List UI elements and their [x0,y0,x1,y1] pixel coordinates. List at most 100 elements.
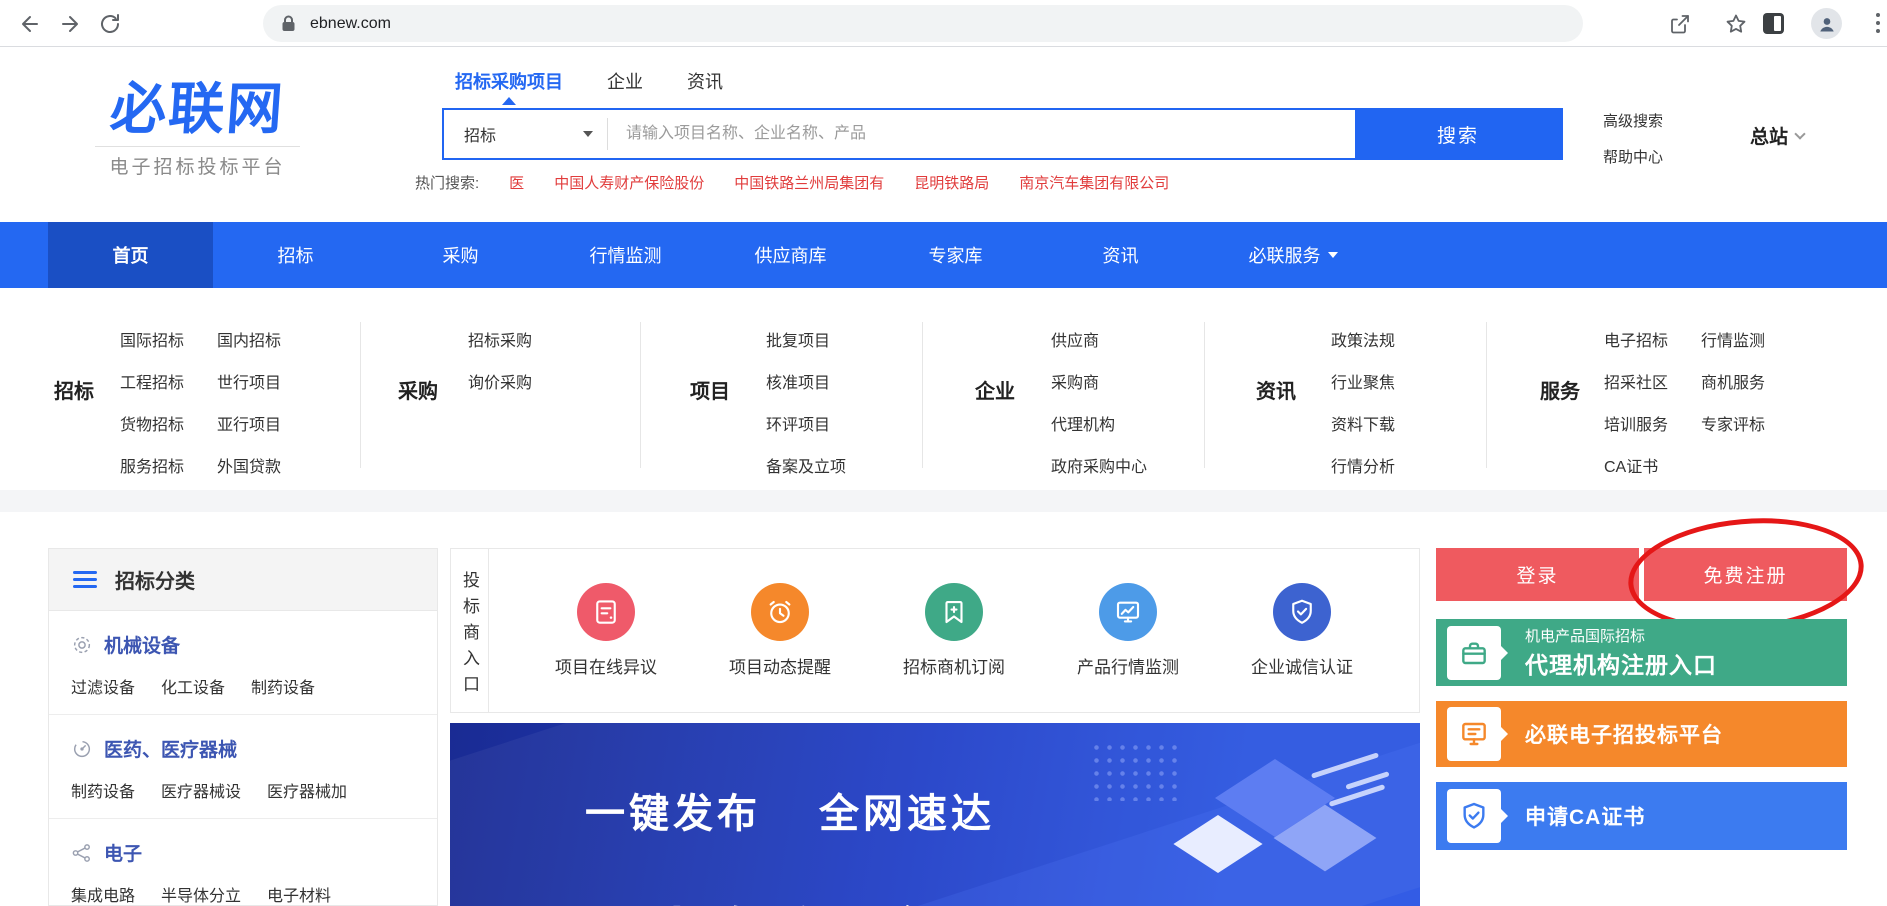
hot-term[interactable]: 南京汽车集团有限公司 [1019,172,1169,193]
advanced-search-link[interactable]: 高级搜索 [1603,104,1663,140]
service-opportunity-subscribe[interactable]: 招标商机订阅 [903,583,1005,678]
main-nav: 首页 招标 采购 行情监测 供应商库 专家库 资讯 必联服务 [0,222,1887,288]
search-input[interactable] [608,110,1355,158]
document-icon [591,597,621,627]
login-button[interactable]: 登录 [1436,548,1639,601]
site-logo[interactable]: 必联网 电子招标投标平台 [95,78,300,179]
category-item[interactable]: 制药设备 [251,674,315,698]
mega-item[interactable]: 政策法规 [1331,327,1395,351]
briefcase-icon [1458,637,1490,669]
banner-headline: 一键发布全网速达 [585,781,995,839]
sidebar-title: 招标分类 [115,565,195,594]
sidebar-section-medical: 医药、医疗器械 制药设备 医疗器械设 医疗器械加 [49,715,437,819]
sidebar-section-machinery: 机械设备 过滤设备 化工设备 制药设备 [49,611,437,715]
hot-term[interactable]: 昆明铁路局 [914,172,989,193]
promo-ebidding-platform[interactable]: 必联电子招投标平台 [1436,701,1847,767]
category-item[interactable]: 医疗器械加 [267,778,347,802]
category-item[interactable]: 化工设备 [161,674,225,698]
nav-procurement[interactable]: 采购 [378,222,543,288]
mega-item[interactable]: 亚行项目 [217,411,281,435]
mega-item[interactable]: 行情分析 [1331,453,1395,477]
promo-agency-register[interactable]: 机电产品国际招标 代理机构注册入口 [1436,619,1847,686]
mega-item[interactable]: 招采社区 [1604,369,1668,393]
address-bar[interactable]: ebnew.com [263,5,1583,42]
category-electronics[interactable]: 电子 [71,839,437,866]
mega-item[interactable]: 培训服务 [1604,411,1668,435]
mega-item[interactable]: 资料下载 [1331,411,1395,435]
mega-item[interactable]: 外国贷款 [217,453,281,477]
mega-item[interactable]: 政府采购中心 [1051,453,1147,477]
promo-ca-certificate[interactable]: 申请CA证书 [1436,782,1847,850]
mega-item[interactable]: 国内招标 [217,327,281,351]
search-category-dropdown[interactable]: 招标 [444,110,607,158]
mega-item[interactable]: 专家评标 [1701,411,1765,435]
tab-bidding-projects[interactable]: 招标采购项目 [455,68,563,94]
service-credit-certification[interactable]: 企业诚信认证 [1251,583,1353,678]
mega-item[interactable]: 世行项目 [217,369,281,393]
bookmark-star-icon[interactable] [1724,12,1748,36]
browser-toolbar: ebnew.com [0,0,1887,47]
bidder-entry-panel: 投标商入口 项目在线异议 项目动态提醒 招标商机订阅 [450,548,1420,713]
mega-item[interactable]: 代理机构 [1051,411,1147,435]
forward-icon[interactable] [58,12,82,36]
service-market-monitor[interactable]: 产品行情监测 [1077,583,1179,678]
search-button[interactable]: 搜索 [1355,110,1561,158]
mega-item[interactable]: 货物招标 [120,411,184,435]
reload-icon[interactable] [98,12,122,36]
promo-line1: 机电产品国际招标 [1525,625,1717,646]
nav-expert-library[interactable]: 专家库 [873,222,1038,288]
category-item[interactable]: 制药设备 [71,778,135,802]
service-project-alerts[interactable]: 项目动态提醒 [729,583,831,678]
mega-divider [922,322,923,468]
mega-group-news: 资讯 政策法规 行业聚焦 资料下载 行情分析 [1256,288,1395,490]
nav-bl-services[interactable]: 必联服务 [1203,222,1383,288]
nav-market-monitor[interactable]: 行情监测 [543,222,708,288]
category-machinery[interactable]: 机械设备 [71,631,437,658]
hot-term[interactable]: 医 [509,172,524,193]
hot-term[interactable]: 中国人寿财产保险股份 [554,172,704,193]
mega-item[interactable]: 核准项目 [766,369,846,393]
mega-item[interactable]: 商机服务 [1701,369,1765,393]
mega-item[interactable]: 招标采购 [468,327,532,351]
service-online-objection[interactable]: 项目在线异议 [555,583,657,678]
promo-banner[interactable]: 一键发布全网速达 分秒发布 全网速达 [450,723,1420,906]
nav-news[interactable]: 资讯 [1038,222,1203,288]
mega-item[interactable]: 环评项目 [766,411,846,435]
category-item[interactable]: 集成电路 [71,882,135,906]
back-icon[interactable] [18,12,42,36]
tab-companies[interactable]: 企业 [607,68,643,94]
monitor-chart-icon [1113,597,1143,627]
mega-item[interactable]: 国际招标 [120,327,184,351]
mega-item[interactable]: 行情监测 [1701,327,1765,351]
mega-item[interactable]: 批复项目 [766,327,846,351]
help-center-link[interactable]: 帮助中心 [1603,140,1663,176]
mega-item[interactable]: CA证书 [1604,453,1668,477]
mega-item[interactable]: 电子招标 [1604,327,1668,351]
logo-subtitle: 电子招标投标平台 [95,152,300,179]
side-panel-icon[interactable] [1763,13,1784,34]
mega-item[interactable]: 询价采购 [468,369,532,393]
browser-menu-icon[interactable] [1876,13,1882,35]
category-item[interactable]: 半导体分立 [161,882,241,906]
site-switcher[interactable]: 总站 [1750,122,1804,149]
share-icon[interactable] [1668,12,1692,36]
category-medical[interactable]: 医药、医疗器械 [71,735,437,762]
hot-term[interactable]: 中国铁路兰州局集团有 [734,172,884,193]
mega-item[interactable]: 工程招标 [120,369,184,393]
tab-news[interactable]: 资讯 [687,68,723,94]
mega-item[interactable]: 采购商 [1051,369,1147,393]
mega-item[interactable]: 行业聚焦 [1331,369,1395,393]
mega-item[interactable]: 供应商 [1051,327,1147,351]
nav-supplier-library[interactable]: 供应商库 [708,222,873,288]
nav-home[interactable]: 首页 [48,222,213,288]
mega-item[interactable]: 服务招标 [120,453,184,477]
register-button[interactable]: 免费注册 [1644,548,1847,601]
category-item[interactable]: 过滤设备 [71,674,135,698]
profile-avatar[interactable] [1811,8,1842,39]
nav-bidding[interactable]: 招标 [213,222,378,288]
category-item[interactable]: 电子材料 [267,882,331,906]
mega-item[interactable]: 备案及立项 [766,453,846,477]
sidebar-section-electronics: 电子 集成电路 半导体分立 电子材料 [49,819,437,906]
category-item[interactable]: 医疗器械设 [161,778,241,802]
network-icon [71,842,93,864]
